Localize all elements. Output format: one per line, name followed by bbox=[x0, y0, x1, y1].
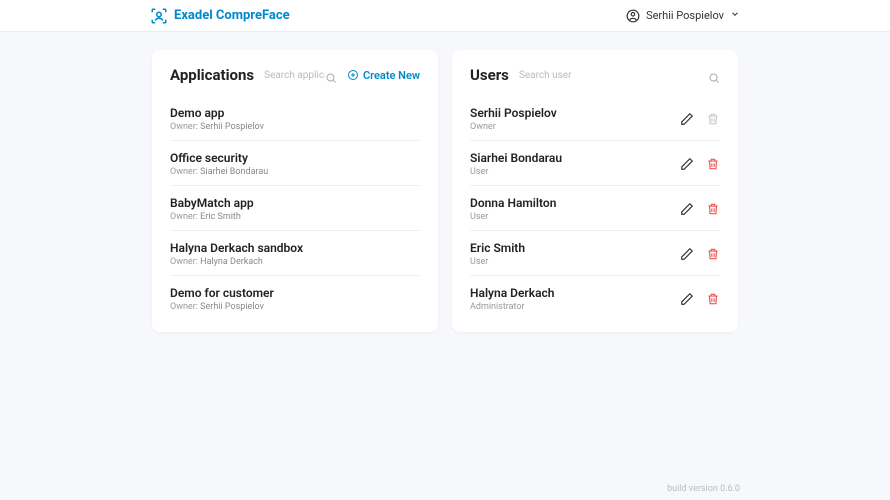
user-role: Owner bbox=[470, 122, 557, 132]
applications-search bbox=[264, 68, 337, 83]
application-owner: Owner: Serhii Pospielov bbox=[170, 122, 264, 132]
application-name: BabyMatch app bbox=[170, 196, 254, 210]
application-owner: Owner: Halyna Derkach bbox=[170, 257, 303, 267]
user-name: Halyna Derkach bbox=[470, 286, 554, 300]
users-title: Users bbox=[470, 66, 509, 84]
user-role: User bbox=[470, 212, 556, 222]
owner-label: Owner: bbox=[170, 257, 198, 267]
user-actions bbox=[680, 247, 720, 261]
user-role: User bbox=[470, 167, 562, 177]
app-header: Exadel CompreFace Serhii Pospielov bbox=[0, 0, 890, 32]
user-name: Donna Hamilton bbox=[470, 196, 556, 210]
applications-search-input[interactable] bbox=[264, 68, 325, 83]
edit-icon[interactable] bbox=[680, 157, 694, 171]
application-row[interactable]: Demo for customer Owner: Serhii Pospielo… bbox=[170, 276, 420, 320]
owner-name: Halyna Derkach bbox=[200, 257, 263, 267]
logo-icon bbox=[150, 7, 168, 25]
user-info: Halyna Derkach Administrator bbox=[470, 286, 554, 312]
owner-label: Owner: bbox=[170, 212, 198, 222]
search-icon bbox=[708, 69, 720, 81]
user-avatar-icon bbox=[626, 9, 640, 23]
application-row[interactable]: Demo app Owner: Serhii Pospielov bbox=[170, 96, 420, 141]
owner-name: Eric Smith bbox=[200, 212, 241, 222]
chevron-down-icon bbox=[730, 9, 740, 22]
application-info: Demo app Owner: Serhii Pospielov bbox=[170, 106, 264, 132]
application-name: Demo app bbox=[170, 106, 264, 120]
user-actions bbox=[680, 202, 720, 216]
user-role: Administrator bbox=[470, 302, 554, 312]
logo-text: Exadel CompreFace bbox=[174, 8, 290, 23]
applications-panel: Applications Create New Dem bbox=[152, 50, 438, 332]
user-row: Halyna Derkach Administrator bbox=[470, 276, 720, 320]
application-name: Halyna Derkach sandbox bbox=[170, 241, 303, 255]
delete-icon[interactable] bbox=[706, 157, 720, 171]
applications-list: Demo app Owner: Serhii Pospielov Office … bbox=[170, 96, 420, 320]
owner-name: Serhii Pospielov bbox=[200, 122, 264, 132]
delete-icon[interactable] bbox=[706, 292, 720, 306]
user-menu[interactable]: Serhii Pospielov bbox=[626, 9, 740, 23]
application-row[interactable]: Halyna Derkach sandbox Owner: Halyna Der… bbox=[170, 231, 420, 276]
owner-label: Owner: bbox=[170, 167, 198, 177]
main-content: Applications Create New Dem bbox=[0, 32, 890, 332]
user-info: Eric Smith User bbox=[470, 241, 525, 267]
users-search bbox=[519, 68, 720, 83]
user-actions bbox=[680, 292, 720, 306]
owner-name: Serhii Pospielov bbox=[200, 302, 264, 312]
application-row[interactable]: BabyMatch app Owner: Eric Smith bbox=[170, 186, 420, 231]
user-row: Siarhei Bondarau User bbox=[470, 141, 720, 186]
search-icon bbox=[325, 69, 337, 81]
application-info: BabyMatch app Owner: Eric Smith bbox=[170, 196, 254, 222]
user-row: Serhii Pospielov Owner bbox=[470, 96, 720, 141]
application-info: Office security Owner: Siarhei Bondarau bbox=[170, 151, 268, 177]
applications-header: Applications Create New bbox=[170, 66, 420, 84]
application-info: Halyna Derkach sandbox Owner: Halyna Der… bbox=[170, 241, 303, 267]
application-owner: Owner: Siarhei Bondarau bbox=[170, 167, 268, 177]
user-name: Siarhei Bondarau bbox=[470, 151, 562, 165]
edit-icon[interactable] bbox=[680, 247, 694, 261]
create-new-button[interactable]: Create New bbox=[347, 69, 420, 82]
application-info: Demo for customer Owner: Serhii Pospielo… bbox=[170, 286, 274, 312]
delete-icon[interactable] bbox=[706, 202, 720, 216]
users-panel: Users Serhii Pospielov Owner Siarhei Bon… bbox=[452, 50, 738, 332]
application-owner: Owner: Serhii Pospielov bbox=[170, 302, 274, 312]
user-actions bbox=[680, 157, 720, 171]
users-header: Users bbox=[470, 66, 720, 84]
application-owner: Owner: Eric Smith bbox=[170, 212, 254, 222]
user-row: Eric Smith User bbox=[470, 231, 720, 276]
user-role: User bbox=[470, 257, 525, 267]
edit-icon[interactable] bbox=[680, 292, 694, 306]
user-actions bbox=[680, 112, 720, 126]
edit-icon[interactable] bbox=[680, 112, 694, 126]
users-search-input[interactable] bbox=[519, 68, 708, 83]
users-list: Serhii Pospielov Owner Siarhei Bondarau … bbox=[470, 96, 720, 320]
user-info: Donna Hamilton User bbox=[470, 196, 556, 222]
logo[interactable]: Exadel CompreFace bbox=[150, 7, 290, 25]
build-version: build version 0.6.0 bbox=[667, 484, 740, 494]
application-row[interactable]: Office security Owner: Siarhei Bondarau bbox=[170, 141, 420, 186]
delete-icon[interactable] bbox=[706, 247, 720, 261]
application-name: Office security bbox=[170, 151, 268, 165]
user-row: Donna Hamilton User bbox=[470, 186, 720, 231]
edit-icon[interactable] bbox=[680, 202, 694, 216]
applications-title: Applications bbox=[170, 66, 254, 84]
plus-circle-icon bbox=[347, 69, 359, 81]
application-name: Demo for customer bbox=[170, 286, 274, 300]
user-name: Serhii Pospielov bbox=[646, 9, 724, 22]
create-new-label: Create New bbox=[363, 69, 420, 82]
user-name: Serhii Pospielov bbox=[470, 106, 557, 120]
user-name: Eric Smith bbox=[470, 241, 525, 255]
owner-label: Owner: bbox=[170, 302, 198, 312]
delete-icon bbox=[706, 112, 720, 126]
owner-label: Owner: bbox=[170, 122, 198, 132]
user-info: Serhii Pospielov Owner bbox=[470, 106, 557, 132]
owner-name: Siarhei Bondarau bbox=[200, 167, 268, 177]
user-info: Siarhei Bondarau User bbox=[470, 151, 562, 177]
